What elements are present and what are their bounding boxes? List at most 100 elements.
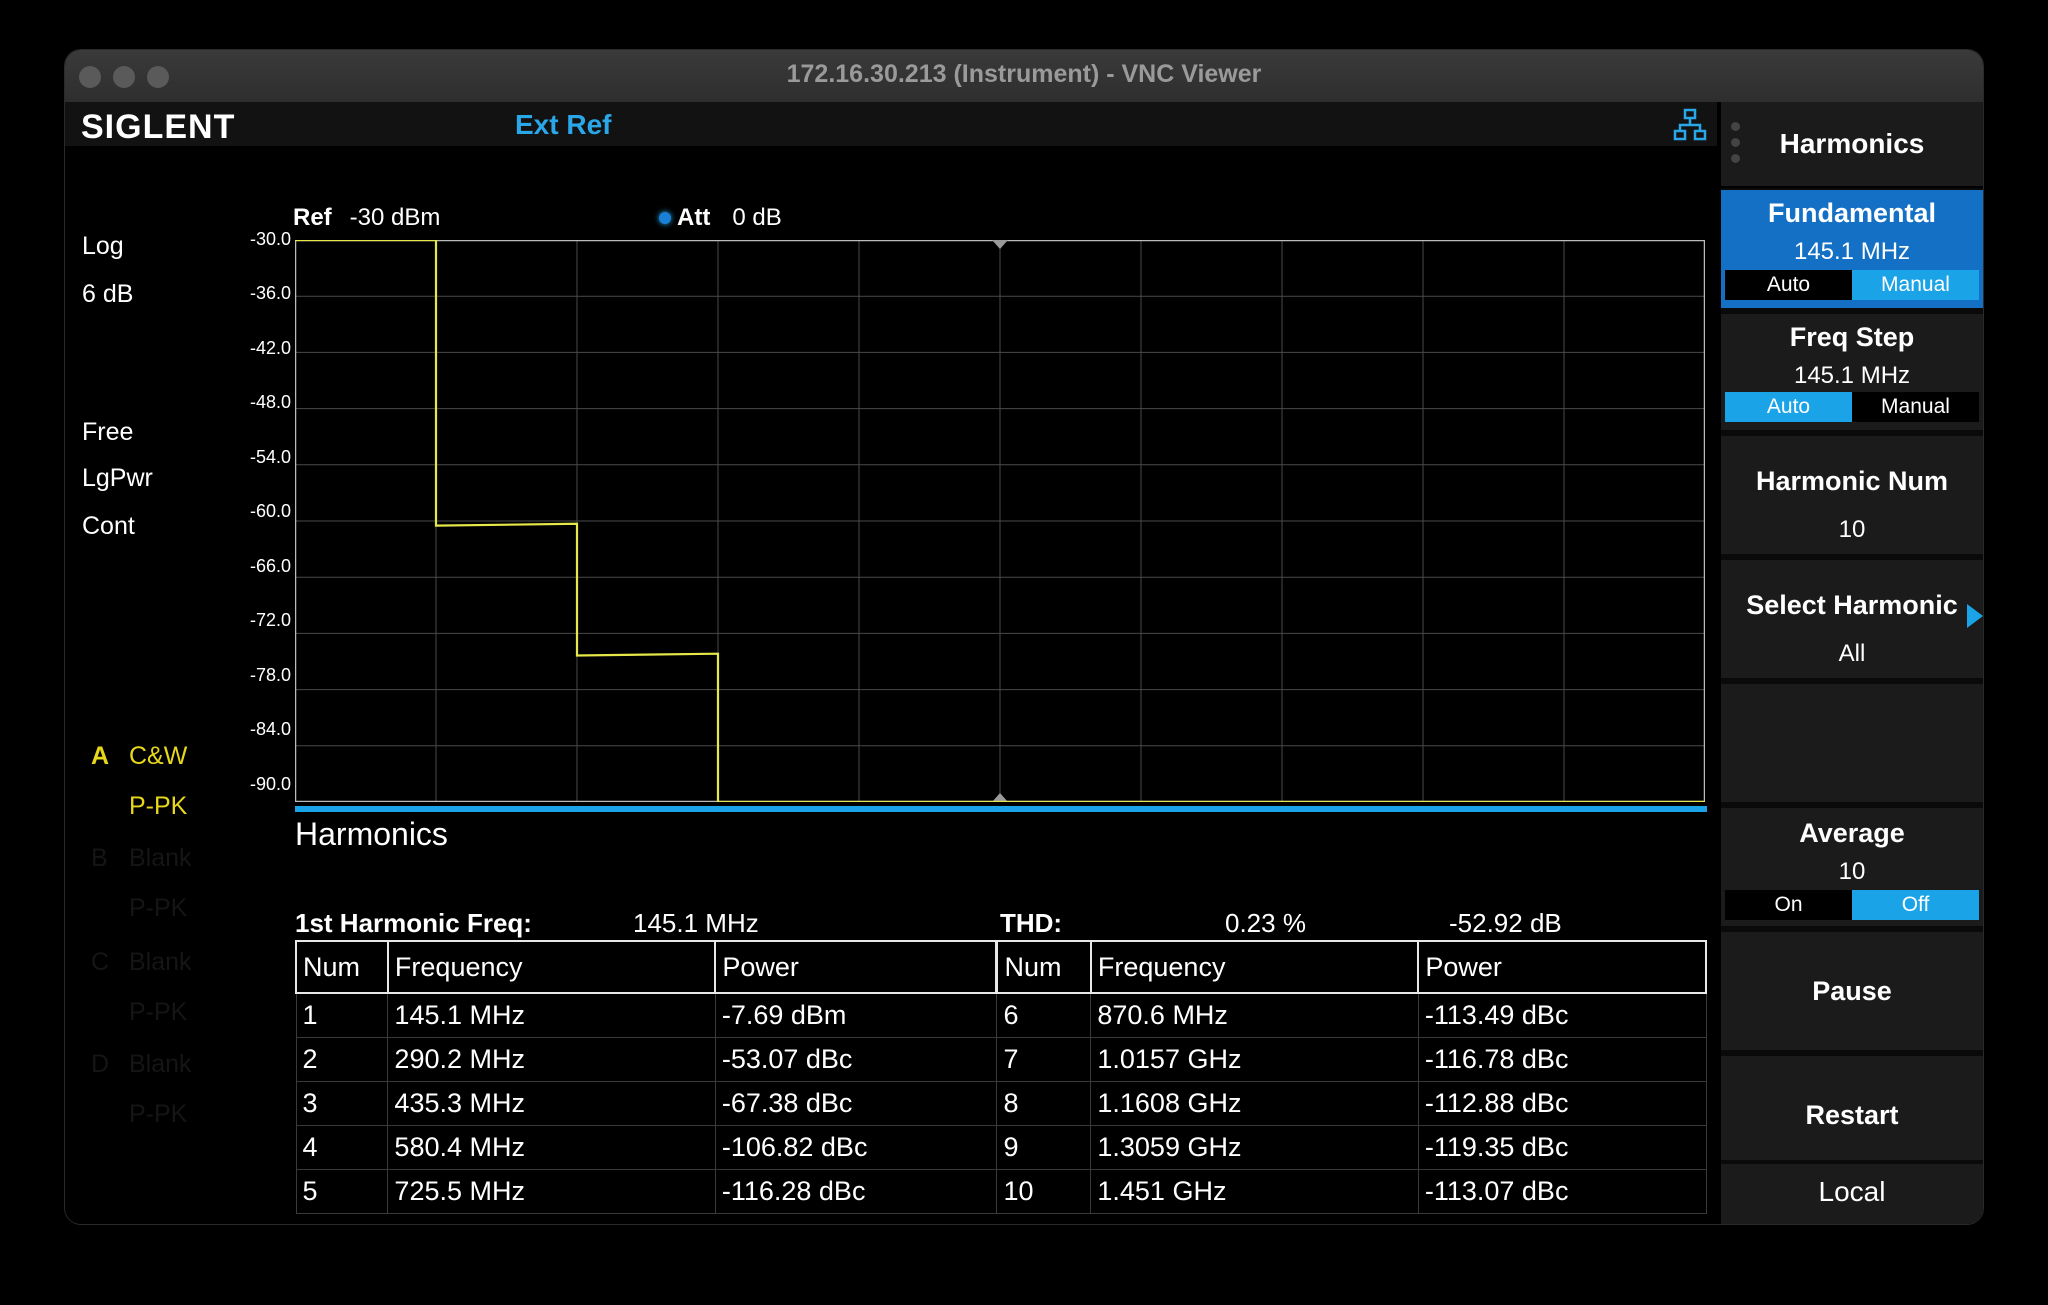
freq-step-value: 145.1 MHz (1793, 362, 1911, 389)
select-harmonic-value: All (1838, 640, 1866, 667)
trace-c-letter[interactable]: C (91, 948, 109, 977)
menu-header: Harmonics (1721, 102, 1983, 188)
sweep-mode[interactable]: Cont (82, 512, 135, 541)
attenuation[interactable]: Att 0 dB (677, 204, 782, 232)
trace-c-detector[interactable]: P-PK (129, 998, 187, 1027)
trace-d-detector[interactable]: P-PK (129, 1100, 187, 1129)
trigger-mode[interactable]: Free (82, 418, 133, 447)
fundamental-label: Fundamental (1767, 198, 1936, 228)
average-button[interactable]: Average 10 On Off (1721, 808, 1983, 926)
cell: 10 (996, 1169, 1092, 1214)
cell: -116.78 dBc (1417, 1037, 1707, 1082)
cell: 4 (295, 1125, 389, 1170)
fundamental-toggle[interactable]: Auto Manual (1725, 270, 1979, 300)
empty-softkey[interactable] (1721, 684, 1983, 802)
pause-button[interactable]: Pause (1721, 932, 1983, 1050)
network-icon (1673, 108, 1707, 141)
average-type[interactable]: LgPwr (82, 464, 153, 493)
trace-c-mode[interactable]: Blank (129, 948, 192, 977)
y-tick: -72.0 (249, 610, 291, 630)
scale-type[interactable]: Log (82, 232, 124, 261)
average-label: Average (1799, 818, 1905, 848)
y-tick: -48.0 (249, 392, 291, 412)
restart-label: Restart (1805, 1100, 1899, 1130)
average-toggle[interactable]: On Off (1725, 890, 1979, 920)
cell: -113.49 dBc (1417, 992, 1707, 1038)
cell: 3 (295, 1081, 389, 1126)
fundamental-value: 145.1 MHz (1793, 238, 1911, 265)
instrument-screen: SIGLENT Ext Ref Log 6 dB Free LgPwr Cont… (65, 102, 1983, 1224)
y-tick: -84.0 (249, 719, 291, 739)
ref-level[interactable]: Ref -30 dBm (293, 204, 440, 232)
cell: 1.3059 GHz (1090, 1125, 1419, 1170)
pause-label: Pause (1812, 976, 1892, 1006)
cell: 580.4 MHz (387, 1125, 716, 1170)
cell: 9 (996, 1125, 1092, 1170)
cell: -67.38 dBc (714, 1081, 998, 1126)
col-frequency: Frequency (386, 940, 717, 994)
cell: 5 (295, 1169, 389, 1214)
y-tick: -78.0 (249, 665, 291, 685)
softkey-menu: Harmonics Fundamental 145.1 MHz Auto Man… (1721, 102, 1983, 1224)
y-tick: -90.0 (249, 774, 291, 794)
select-harmonic-label: Select Harmonic (1746, 590, 1958, 620)
average-value: 10 (1838, 858, 1866, 885)
local-button[interactable]: Local (1721, 1164, 1983, 1224)
fundamental-auto-option[interactable]: Auto (1725, 270, 1852, 300)
trace-a-detector[interactable]: P-PK (129, 792, 187, 821)
harmonic-num-button[interactable]: Harmonic Num 10 (1721, 436, 1983, 554)
trace-b-letter[interactable]: B (91, 844, 108, 873)
instrument-topbar: SIGLENT Ext Ref (65, 102, 1717, 146)
freq-step-manual-option[interactable]: Manual (1852, 392, 1979, 422)
cell: -53.07 dBc (714, 1037, 998, 1082)
average-on-option[interactable]: On (1725, 890, 1852, 920)
window-title: 172.16.30.213 (Instrument) - VNC Viewer (786, 60, 1262, 88)
restart-button[interactable]: Restart (1721, 1056, 1983, 1160)
trace-a-letter[interactable]: A (91, 742, 109, 771)
att-label: Att (677, 204, 711, 231)
cell: 145.1 MHz (387, 992, 716, 1038)
col-num: Num (295, 940, 389, 994)
harmonic-num-label: Harmonic Num (1755, 466, 1949, 496)
center-top-marker-icon (992, 240, 1008, 249)
table-row: 5 725.5 MHz -116.28 dBc 10 1.451 GHz -11… (295, 1169, 1707, 1214)
y-tick: -54.0 (249, 447, 291, 467)
freq-step-button[interactable]: Freq Step 145.1 MHz Auto Manual (1721, 314, 1983, 430)
cell: -113.07 dBc (1417, 1169, 1707, 1214)
freq-step-auto-option[interactable]: Auto (1725, 392, 1852, 422)
fundamental-button[interactable]: Fundamental 145.1 MHz Auto Manual (1721, 190, 1983, 308)
vnc-window: 172.16.30.213 (Instrument) - VNC Viewer … (65, 50, 1983, 1224)
table-row: 4 580.4 MHz -106.82 dBc 9 1.3059 GHz -11… (295, 1125, 1707, 1170)
y-tick: -30.0 (249, 229, 291, 249)
trace-d-mode[interactable]: Blank (129, 1050, 192, 1079)
y-tick: -66.0 (249, 556, 291, 576)
results-title: Harmonics (295, 816, 448, 852)
trace-b-detector[interactable]: P-PK (129, 894, 187, 923)
cell: 6 (996, 992, 1092, 1038)
cell: 725.5 MHz (387, 1169, 716, 1214)
plot-grid (295, 240, 1705, 802)
cell: -116.28 dBc (714, 1169, 998, 1214)
select-harmonic-button[interactable]: Select Harmonic All (1721, 560, 1983, 678)
cell: 290.2 MHz (387, 1037, 716, 1082)
cell: 1 (295, 992, 389, 1038)
trace-d-letter[interactable]: D (91, 1050, 109, 1079)
trace-a-mode[interactable]: C&W (129, 742, 187, 771)
col-power-2: Power (1417, 940, 1707, 994)
harmonic-num-value: 10 (1838, 516, 1866, 543)
thd-db: -52.92 dB (1449, 908, 1562, 938)
cell: 1.0157 GHz (1090, 1037, 1419, 1082)
average-off-option[interactable]: Off (1852, 890, 1979, 920)
thd-percent: 0.23 % (1225, 908, 1306, 938)
table-row: 2 290.2 MHz -53.07 dBc 7 1.0157 GHz -116… (295, 1037, 1707, 1082)
menu-title: Harmonics (1779, 128, 1925, 159)
trace-b-mode[interactable]: Blank (129, 844, 192, 873)
harmonics-table: Num Frequency Power Num Frequency Power … (295, 940, 1707, 1214)
fundamental-manual-option[interactable]: Manual (1852, 270, 1979, 300)
freq-step-toggle[interactable]: Auto Manual (1725, 392, 1979, 422)
freq-step-label: Freq Step (1789, 322, 1915, 352)
spectrum-plot[interactable] (295, 240, 1705, 802)
submenu-arrow-icon (1967, 604, 1983, 628)
window-divider (295, 806, 1707, 812)
scale-div[interactable]: 6 dB (82, 280, 133, 309)
